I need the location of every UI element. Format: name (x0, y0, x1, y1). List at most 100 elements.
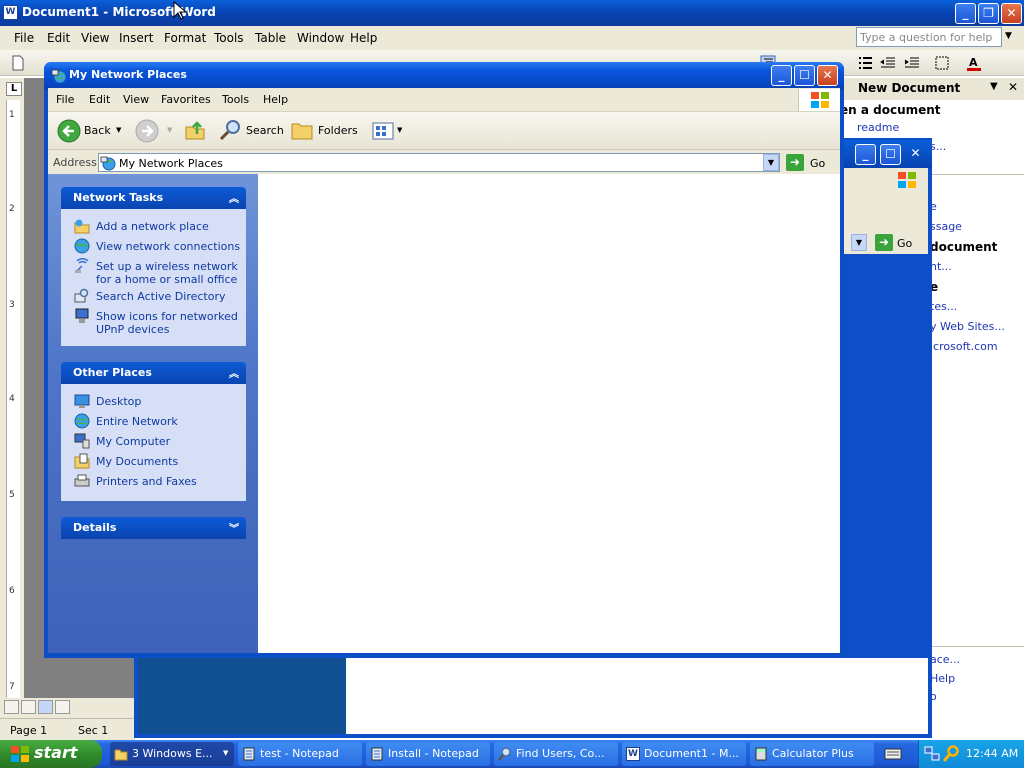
collapse-chevron-icon[interactable]: ︽ (229, 190, 239, 205)
help-dropdown-icon[interactable]: ▼ (1005, 31, 1012, 41)
task-pane-link[interactable]: icrosoft.com (930, 340, 998, 353)
window2-task-pane (138, 658, 346, 734)
task-pane-close-icon[interactable]: ✕ (1008, 80, 1018, 94)
taskbar-document1-word[interactable]: W Document1 - M... (622, 742, 746, 766)
explorer-menu-edit[interactable]: Edit (89, 93, 110, 106)
start-button[interactable]: start (0, 740, 102, 768)
address-dropdown-icon[interactable]: ▼ (763, 154, 779, 171)
web-view-button[interactable] (21, 700, 36, 714)
views-dropdown-icon[interactable]: ▼ (397, 126, 402, 134)
task-view-network-connections[interactable]: View network connections (96, 240, 244, 253)
taskbar-windows-explorer-group[interactable]: 3 Windows E... ▼ (110, 742, 234, 766)
increase-indent-icon[interactable] (904, 55, 920, 71)
window2-go-icon[interactable]: ➜ (875, 234, 893, 251)
new-document-icon[interactable] (10, 55, 26, 71)
word-menu-view[interactable]: View (81, 31, 109, 45)
task-pane-link[interactable]: tes... (930, 300, 957, 313)
word-title-bar[interactable]: W Document1 - Microsoft Word _ ❐ ✕ (0, 0, 1024, 26)
task-pane-dropdown-icon[interactable]: ▼ (990, 81, 998, 92)
borders-icon[interactable] (934, 55, 950, 71)
up-folder-icon[interactable] (183, 118, 207, 142)
place-my-documents[interactable]: My Documents (96, 455, 244, 468)
task-set-up-wireless-network[interactable]: Set up a wireless network for a home or … (96, 260, 244, 286)
outline-view-button[interactable] (55, 700, 70, 714)
other-places-header[interactable]: Other Places ︽ (61, 362, 246, 384)
folders-icon[interactable] (290, 119, 314, 141)
window2-go-label[interactable]: Go (897, 237, 912, 250)
place-entire-network[interactable]: Entire Network (96, 415, 244, 428)
task-pane-link[interactable]: s... (930, 140, 946, 153)
network-tasks-header[interactable]: Network Tasks ︽ (61, 187, 246, 209)
forward-arrow-icon[interactable] (135, 119, 159, 143)
search-button[interactable]: Search (246, 124, 284, 137)
task-show-upnp-icons[interactable]: Show icons for networked UPnP devices (96, 310, 244, 336)
task-pane-link[interactable]: ssage (930, 220, 962, 233)
expand-chevron-icon[interactable]: ︾ (229, 520, 239, 535)
task-pane-link[interactable]: nt... (930, 260, 952, 273)
details-header[interactable]: Details ︾ (61, 517, 246, 539)
word-menu-insert[interactable]: Insert (119, 31, 153, 45)
taskbar-find-users[interactable]: Find Users, Co... (494, 742, 618, 766)
search-icon[interactable] (219, 118, 243, 142)
word-close-button[interactable]: ✕ (1001, 3, 1022, 24)
window2-minimize-button[interactable]: _ (855, 144, 876, 165)
word-menu-table[interactable]: Table (255, 31, 286, 45)
tab-selector[interactable]: L (6, 82, 22, 96)
go-arrow-icon[interactable]: ➜ (786, 154, 804, 171)
collapse-chevron-icon[interactable]: ︽ (229, 365, 239, 380)
word-restore-button[interactable]: ❐ (978, 3, 999, 24)
keyboard-icon[interactable] (884, 747, 902, 761)
explorer-minimize-button[interactable]: _ (771, 65, 792, 86)
vertical-ruler: 1 2 3 4 5 6 7 (0, 78, 24, 700)
word-menu-window[interactable]: Window (297, 31, 344, 45)
word-menu-file[interactable]: File (14, 31, 34, 45)
word-menu-tools[interactable]: Tools (214, 31, 244, 45)
window2-maximize-button[interactable]: ☐ (880, 144, 901, 165)
font-color-icon[interactable]: A (966, 55, 982, 71)
task-add-network-place[interactable]: Add a network place (96, 220, 244, 233)
explorer-menu-help[interactable]: Help (263, 93, 288, 106)
explorer-close-button[interactable]: ✕ (817, 65, 838, 86)
explorer-title-bar[interactable]: My Network Places _ ☐ ✕ (44, 62, 844, 90)
word-menu-format[interactable]: Format (164, 31, 206, 45)
bullets-icon[interactable] (857, 55, 873, 71)
views-icon[interactable] (372, 122, 394, 140)
taskbar-calculator-plus[interactable]: Calculator Plus (750, 742, 874, 766)
search-tray-icon[interactable] (943, 745, 959, 763)
explorer-menu-favorites[interactable]: Favorites (161, 93, 211, 106)
word-menu-edit[interactable]: Edit (47, 31, 70, 45)
explorer-maximize-button[interactable]: ☐ (794, 65, 815, 86)
window2-address-dropdown-icon[interactable]: ▼ (851, 234, 867, 251)
normal-view-button[interactable] (4, 700, 19, 714)
explorer-content-area[interactable] (258, 174, 840, 653)
task-pane-link[interactable]: ace... (930, 653, 960, 666)
forward-dropdown-icon[interactable]: ▼ (167, 126, 172, 134)
window2-close-button[interactable]: ✕ (905, 144, 926, 165)
decrease-indent-icon[interactable] (880, 55, 896, 71)
place-my-computer[interactable]: My Computer (96, 435, 244, 448)
explorer-menu-file[interactable]: File (56, 93, 74, 106)
task-search-active-directory[interactable]: Search Active Directory (96, 290, 244, 303)
folders-button[interactable]: Folders (318, 124, 358, 137)
word-menu-help[interactable]: Help (350, 31, 377, 45)
back-button[interactable]: Back (84, 124, 111, 137)
back-arrow-icon[interactable] (57, 119, 81, 143)
notepad-icon (243, 747, 255, 761)
task-pane-link-readme[interactable]: readme (857, 121, 899, 134)
print-view-button[interactable] (38, 700, 53, 714)
help-question-input[interactable]: Type a question for help (856, 27, 1002, 47)
task-pane-link[interactable]: Help (930, 672, 955, 685)
taskbar-test-notepad[interactable]: test - Notepad (238, 742, 362, 766)
word-minimize-button[interactable]: _ (955, 3, 976, 24)
network-tray-icon[interactable] (924, 745, 940, 763)
go-button[interactable]: Go (810, 157, 825, 170)
mouse-pointer-icon (173, 1, 187, 20)
place-desktop[interactable]: Desktop (96, 395, 244, 408)
explorer-menu-view[interactable]: View (123, 93, 149, 106)
taskbar-install-notepad[interactable]: Install - Notepad (366, 742, 490, 766)
task-pane-link[interactable]: y Web Sites... (930, 320, 1005, 333)
explorer-window-2-title-bar[interactable]: _ ☐ ✕ (840, 140, 932, 168)
explorer-menu-tools[interactable]: Tools (222, 93, 249, 106)
place-printers-and-faxes[interactable]: Printers and Faxes (96, 475, 244, 488)
back-dropdown-icon[interactable]: ▼ (116, 126, 121, 134)
